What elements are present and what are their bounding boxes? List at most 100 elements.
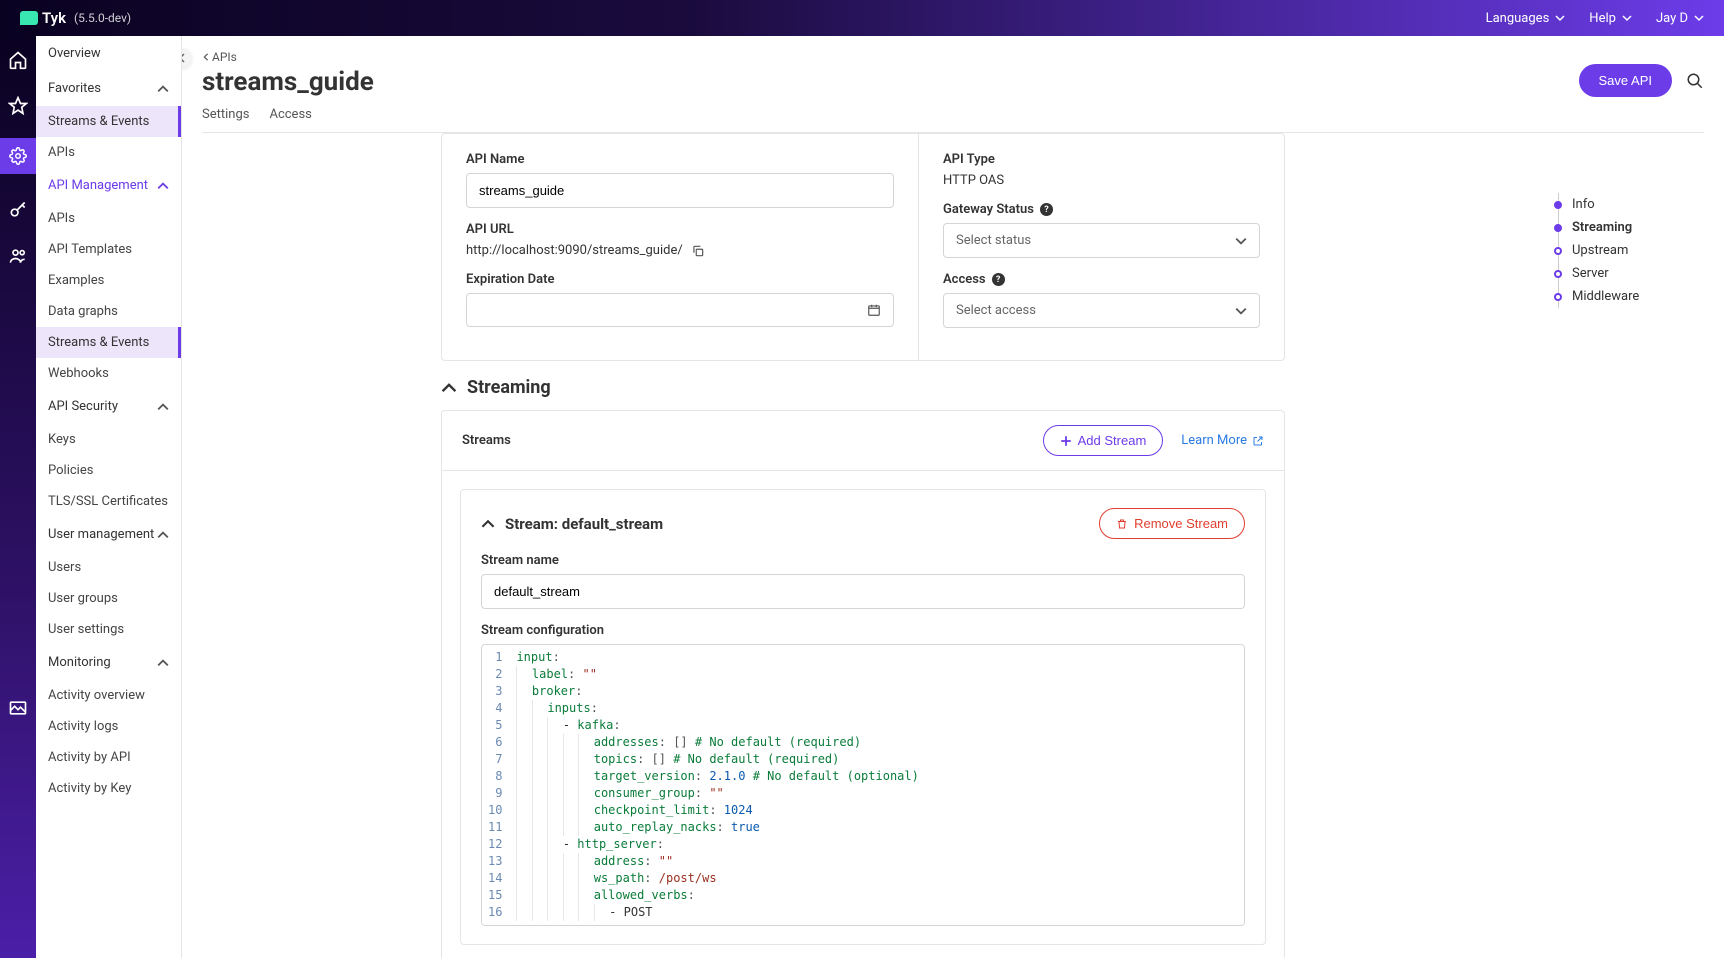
sidenav-item[interactable]: Upstream [1554,239,1704,262]
copy-icon[interactable] [691,244,705,258]
access-label: Access ? [943,272,1260,287]
expiration-label: Expiration Date [466,272,894,287]
sidebar-api-management[interactable]: API Management [36,168,181,203]
remove-stream-button[interactable]: Remove Stream [1099,508,1245,539]
sidebar-overview[interactable]: Overview [36,36,181,71]
sidebar-item[interactable]: Activity logs [36,711,181,742]
api-url-label: API URL [466,222,894,237]
collapse-sidebar-button[interactable] [182,48,192,68]
sidebar-item[interactable]: API Templates [36,234,181,265]
help-icon[interactable]: ? [992,273,1005,286]
sidebar-item[interactable]: Data graphs [36,296,181,327]
help-label: Help [1589,11,1616,26]
sidebar-item[interactable]: Activity overview [36,680,181,711]
sidebar-monitoring[interactable]: Monitoring [36,645,181,680]
page-title: streams_guide [202,67,374,97]
search-icon[interactable] [1686,72,1704,90]
sidebar-item[interactable]: Streams & Events [36,327,181,358]
nav-dot-icon [1554,224,1562,232]
languages-label: Languages [1486,11,1550,26]
gear-icon[interactable] [0,138,36,174]
sidebar-item[interactable]: Activity by Key [36,773,181,804]
sidebar-item[interactable]: User settings [36,614,181,645]
sidebar-item[interactable]: Webhooks [36,358,181,389]
sidebar: Overview Favorites Streams & EventsAPIs … [36,36,182,958]
streams-label: Streams [462,433,511,448]
streaming-title: Streaming [467,377,551,398]
expiration-input[interactable] [466,293,894,327]
image-icon[interactable] [8,698,28,718]
sidebar-item[interactable]: APIs [36,137,181,168]
sidebar-item[interactable]: Keys [36,424,181,455]
nav-dot-icon [1554,270,1562,278]
api-type-label: API Type [943,152,1260,167]
api-type-value: HTTP OAS [943,173,1260,188]
chevron-up-icon [157,401,169,413]
chevron-down-icon [1622,13,1632,23]
chevron-up-icon [441,380,457,396]
chevron-down-icon [1235,305,1247,317]
streams-card: Streams Add Stream Learn More [441,410,1285,958]
trash-icon [1116,518,1128,530]
user-label: Jay D [1656,11,1688,26]
nav-dot-icon [1554,293,1562,301]
topbar: Tyk (5.5.0-dev) Languages Help Jay D [0,0,1724,36]
languages-menu[interactable]: Languages [1486,11,1566,26]
iconbar [0,36,36,958]
sidebar-item[interactable]: Activity by API [36,742,181,773]
sidebar-api-security[interactable]: API Security [36,389,181,424]
chevron-down-icon [1555,13,1565,23]
sidebar-item[interactable]: APIs [36,203,181,234]
sidebar-item[interactable]: Policies [36,455,181,486]
home-icon[interactable] [8,50,28,70]
tab-access[interactable]: Access [269,107,311,132]
chevron-left-icon [182,53,187,63]
sidebar-item[interactable]: Examples [36,265,181,296]
star-icon[interactable] [8,96,28,116]
nav-dot-icon [1554,247,1562,255]
breadcrumb-label: APIs [212,50,237,64]
user-menu[interactable]: Jay D [1656,11,1704,26]
sidenav-item[interactable]: Middleware [1554,285,1704,308]
sidenav-item[interactable]: Info [1554,193,1704,216]
help-icon[interactable]: ? [1040,203,1053,216]
gateway-status-label: Gateway Status ? [943,202,1260,217]
stream-name-label: Stream name [481,553,1245,568]
sidebar-item[interactable]: Users [36,552,181,583]
learn-more-link[interactable]: Learn More [1181,433,1264,448]
plus-icon [1060,435,1072,447]
api-url-value: http://localhost:9090/streams_guide/ [466,243,683,258]
help-menu[interactable]: Help [1589,11,1632,26]
streaming-section-header[interactable]: Streaming [441,377,1285,398]
api-name-label: API Name [466,152,894,167]
chevron-up-icon [157,180,169,192]
access-select[interactable]: Select access [943,293,1260,328]
external-link-icon [1252,435,1264,447]
stream-card: Stream: default_stream Remove Stream Str… [460,489,1266,945]
stream-title[interactable]: Stream: default_stream [481,515,663,533]
tab-settings[interactable]: Settings [202,107,249,132]
chevron-up-icon [481,517,495,531]
users-icon[interactable] [8,246,28,266]
chevron-left-icon [202,53,210,61]
stream-name-input[interactable] [481,574,1245,609]
sidenav-item[interactable]: Streaming [1554,216,1704,239]
sidenav-item[interactable]: Server [1554,262,1704,285]
key-icon[interactable] [8,200,28,220]
sidebar-user-management[interactable]: User management [36,517,181,552]
gateway-status-select[interactable]: Select status [943,223,1260,258]
stream-config-label: Stream configuration [481,623,1245,638]
nav-dot-icon [1554,201,1562,209]
brand-text: Tyk [42,9,66,27]
breadcrumb[interactable]: APIs [202,50,1704,64]
sidebar-item[interactable]: TLS/SSL Certificates [36,486,181,517]
code-editor[interactable]: 12345678910111213141516 input: label: ""… [481,644,1245,926]
add-stream-button[interactable]: Add Stream [1043,425,1164,456]
sidebar-item[interactable]: Streams & Events [36,106,181,137]
version-text: (5.5.0-dev) [74,11,131,25]
save-api-button[interactable]: Save API [1579,64,1672,97]
sidebar-favorites[interactable]: Favorites [36,71,181,106]
api-name-input[interactable] [466,173,894,208]
sidebar-item[interactable]: User groups [36,583,181,614]
chevron-up-icon [157,657,169,669]
